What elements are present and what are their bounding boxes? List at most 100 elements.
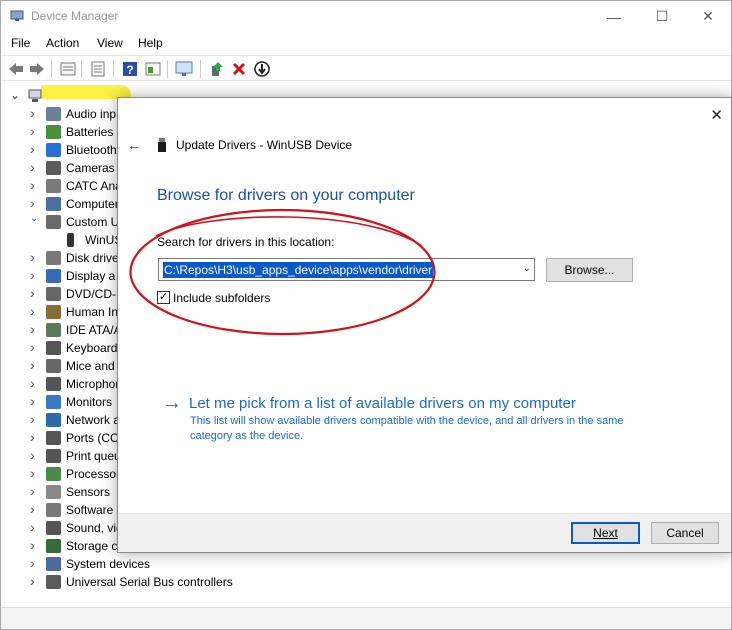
printer-icon <box>46 449 61 463</box>
tree-item-label: Sound, vid <box>66 521 123 535</box>
dialog-back-button[interactable]: ← <box>127 137 142 154</box>
chevron-right-icon[interactable]: › <box>30 195 35 211</box>
chevron-right-icon[interactable]: › <box>30 123 35 139</box>
chevron-right-icon[interactable]: › <box>30 375 35 391</box>
tree-item-label: Computer <box>66 197 119 211</box>
processor-icon <box>46 467 61 481</box>
tree-item-label: Network a <box>66 413 121 427</box>
software-icon <box>46 503 61 517</box>
tree-item-label: Software c <box>66 503 123 517</box>
disable-icon <box>254 61 270 77</box>
menu-help[interactable]: Help <box>138 36 163 50</box>
cancel-button[interactable]: Cancel <box>651 522 719 544</box>
help-icon: ? <box>123 62 137 77</box>
pick-driver-arrow-icon[interactable]: → <box>162 392 182 415</box>
chevron-down-icon[interactable]: ⌄ <box>30 213 38 224</box>
keyboard-icon <box>46 341 61 355</box>
chevron-right-icon[interactable]: › <box>30 159 35 175</box>
chevron-right-icon[interactable]: › <box>30 303 35 319</box>
properties-button[interactable] <box>59 60 77 78</box>
tree-category-item[interactable]: › Universal Serial Bus controllers <box>1 573 233 591</box>
dialog-close-button[interactable]: ✕ <box>710 106 723 124</box>
chevron-right-icon[interactable]: › <box>30 177 35 193</box>
chevron-down-icon[interactable]: ⌄ <box>523 263 531 274</box>
bluetooth-icon <box>46 143 61 157</box>
window-title: Device Manager <box>31 9 119 23</box>
tree-item-label: CATC Ana <box>66 179 122 193</box>
chevron-right-icon[interactable]: › <box>30 555 35 571</box>
chevron-right-icon[interactable]: › <box>30 141 35 157</box>
dialog-heading: Browse for drivers on your computer <box>157 187 415 204</box>
computer-list-button[interactable] <box>89 60 107 78</box>
cancel-button-label: Cancel <box>666 526 704 540</box>
tree-item-label: Storage co <box>66 539 125 553</box>
menu-file[interactable]: File <box>11 36 30 50</box>
chevron-right-icon[interactable]: › <box>30 483 35 499</box>
usb-controller-icon <box>46 575 61 589</box>
tree-category-item[interactable]: › System devices <box>1 555 201 573</box>
view-button[interactable] <box>144 60 162 78</box>
properties-icon <box>60 62 76 76</box>
update-driver-button[interactable] <box>207 60 225 78</box>
menu-view[interactable]: View <box>97 36 123 50</box>
back-button[interactable] <box>7 60 25 78</box>
usb-plug-icon <box>67 233 74 247</box>
close-icon: ✕ <box>702 8 714 24</box>
pick-driver-link[interactable]: Let me pick from a list of available dri… <box>189 395 576 412</box>
minimize-button[interactable]: — <box>591 1 637 32</box>
forward-button[interactable] <box>28 60 46 78</box>
chevron-right-icon[interactable]: › <box>30 465 35 481</box>
chevron-right-icon[interactable]: › <box>30 339 35 355</box>
tree-item-label: Microphon <box>66 377 123 391</box>
chevron-right-icon[interactable]: › <box>30 537 35 553</box>
chevron-right-icon[interactable]: › <box>30 267 35 283</box>
forward-icon <box>30 63 44 75</box>
tree-item-label: Cameras <box>66 161 115 175</box>
dialog-title: Update Drivers - WinUSB Device <box>176 138 353 152</box>
chevron-down-icon: ⌄ <box>10 88 21 102</box>
menu-action[interactable]: Action <box>46 36 79 50</box>
ports-icon <box>46 431 61 445</box>
chevron-right-icon[interactable]: › <box>30 321 35 337</box>
tree-item-label: Custom U <box>66 215 120 229</box>
chevron-right-icon[interactable]: › <box>30 105 35 121</box>
next-button[interactable]: Next <box>571 522 640 544</box>
minimize-icon: — <box>607 8 621 25</box>
disable-button[interactable] <box>253 60 271 78</box>
monitor-button[interactable] <box>175 60 193 78</box>
red-circle-annotation <box>129 208 436 336</box>
chevron-right-icon[interactable]: › <box>30 357 35 373</box>
maximize-button[interactable]: ☐ <box>639 1 685 32</box>
chevron-right-icon[interactable]: › <box>30 429 35 445</box>
pick-driver-description: This list will show available drivers co… <box>190 415 624 442</box>
help-button[interactable]: ? <box>121 60 139 78</box>
uninstall-icon <box>232 62 246 76</box>
chevron-right-icon[interactable]: › <box>30 501 35 517</box>
uninstall-button[interactable] <box>230 60 248 78</box>
chevron-right-icon[interactable]: › <box>30 573 35 589</box>
tree-item-label: Batteries <box>66 125 114 139</box>
chevron-right-icon[interactable]: › <box>30 393 35 409</box>
svg-text:?: ? <box>126 63 133 77</box>
chevron-right-icon[interactable]: › <box>30 411 35 427</box>
close-window-button[interactable]: ✕ <box>685 1 731 32</box>
chevron-right-icon[interactable]: › <box>30 447 35 463</box>
system-icon <box>46 557 61 571</box>
chevron-right-icon[interactable]: › <box>30 285 35 301</box>
tree-item-label: Bluetooth <box>66 143 117 157</box>
tree-item-label: Audio inp <box>66 107 117 121</box>
computer-root-icon <box>28 89 42 102</box>
menu-bar: File Action View Help <box>1 33 731 53</box>
sound-icon <box>46 521 61 535</box>
update-driver-icon <box>212 62 223 76</box>
chevron-right-icon[interactable]: › <box>30 519 35 535</box>
tree-item-label: Print queu <box>66 449 121 463</box>
tree-item-label: IDE ATA/A <box>66 323 122 337</box>
usb-icon <box>46 215 61 229</box>
catc-icon <box>46 179 61 193</box>
chevron-right-icon[interactable]: › <box>30 249 35 265</box>
browse-button[interactable]: Browse... <box>546 258 633 282</box>
tree-item-label: Monitors <box>66 395 113 409</box>
hid-icon <box>46 305 61 319</box>
mouse-icon <box>46 359 61 373</box>
